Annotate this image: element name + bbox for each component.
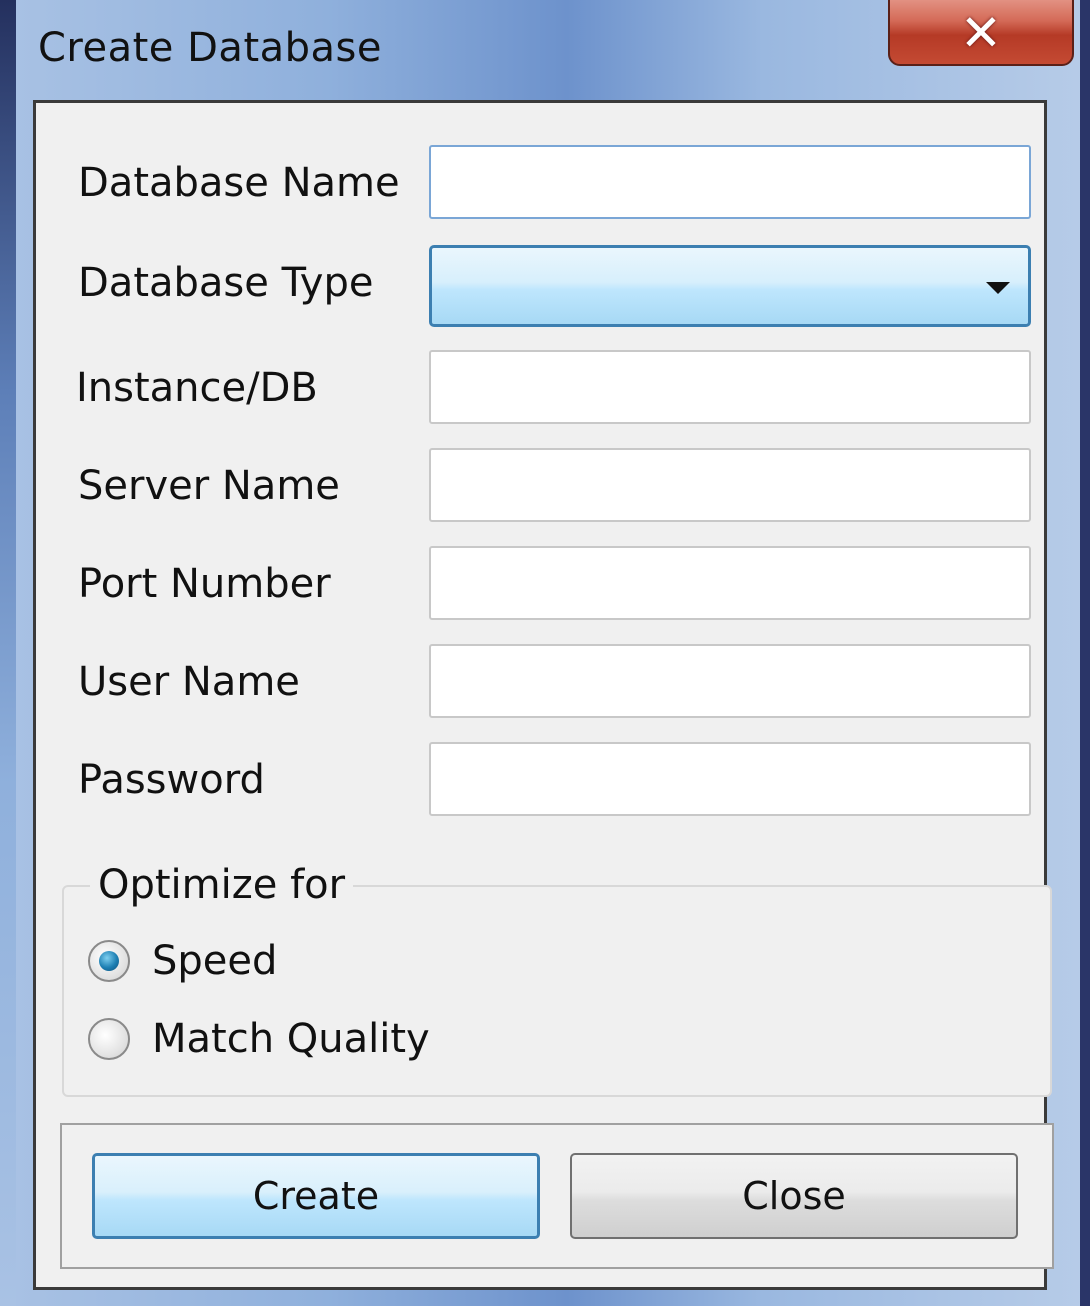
- database-type-label: Database Type: [78, 260, 374, 306]
- close-button[interactable]: Close: [570, 1153, 1018, 1239]
- port-number-label: Port Number: [78, 561, 331, 607]
- dialog-window: Create Database ✕ Database Name Database…: [0, 0, 1090, 1306]
- field-row-password: Password: [36, 740, 1050, 820]
- user-name-input[interactable]: [429, 644, 1031, 718]
- optimize-legend: Optimize for: [90, 857, 354, 913]
- instance-db-input[interactable]: [429, 350, 1031, 424]
- speed-radio[interactable]: [88, 940, 130, 982]
- field-row-user-name: User Name: [36, 642, 1050, 722]
- password-label: Password: [78, 757, 265, 803]
- create-button[interactable]: Create: [92, 1153, 540, 1239]
- field-row-database-name: Database Name: [36, 143, 1050, 223]
- server-name-input[interactable]: [429, 448, 1031, 522]
- instance-db-label: Instance/DB: [76, 365, 318, 411]
- match-quality-radio[interactable]: [88, 1018, 130, 1060]
- field-row-port-number: Port Number: [36, 544, 1050, 624]
- field-row-instance-db: Instance/DB: [36, 348, 1050, 428]
- password-input[interactable]: [429, 742, 1031, 816]
- dialog-client-area: Database Name Database Type Instance/DB …: [33, 100, 1054, 1290]
- speed-radio-label: Speed: [152, 938, 278, 984]
- user-name-label: User Name: [78, 659, 300, 705]
- database-type-select[interactable]: [429, 245, 1031, 327]
- radio-option-speed[interactable]: Speed: [88, 929, 277, 993]
- window-title: Create Database: [38, 25, 382, 71]
- close-icon: ✕: [960, 4, 1002, 62]
- port-number-input[interactable]: [429, 546, 1031, 620]
- radio-option-match-quality[interactable]: Match Quality: [88, 1007, 430, 1071]
- chevron-down-icon: [986, 282, 1010, 294]
- field-row-server-name: Server Name: [36, 446, 1050, 526]
- match-quality-radio-label: Match Quality: [152, 1016, 430, 1062]
- database-name-label: Database Name: [78, 160, 400, 206]
- server-name-label: Server Name: [78, 463, 340, 509]
- window-close-button[interactable]: ✕: [888, 0, 1074, 66]
- database-name-input[interactable]: [429, 145, 1031, 219]
- field-row-database-type: Database Type: [36, 243, 1050, 327]
- button-panel: Create Close: [60, 1123, 1054, 1269]
